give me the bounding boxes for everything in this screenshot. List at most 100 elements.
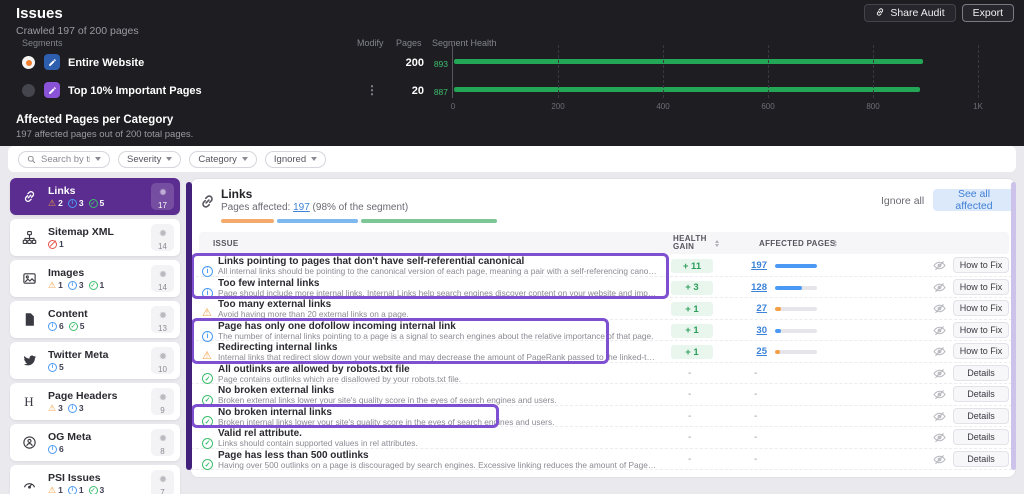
filter-dropdown-severity[interactable]: Severity	[118, 151, 181, 168]
affected-pages-bar	[775, 286, 817, 290]
ignore-eye-slash-icon[interactable]	[933, 453, 946, 466]
sidebar-item-links[interactable]: Links ⚠2i3✓5 17	[10, 178, 180, 215]
distribution-segment	[221, 219, 274, 223]
affected-pages-link[interactable]: 128	[735, 282, 767, 293]
top-dark-section: Issues Crawled 197 of 200 pages Share Au…	[0, 0, 1024, 146]
affected-pages-link[interactable]: 197	[735, 260, 767, 271]
warning-icon: ⚠	[202, 350, 212, 362]
how-to-fix-button[interactable]: How to Fix	[953, 343, 1009, 359]
category-checks-button[interactable]: 13	[151, 306, 174, 333]
filter-dropdown-category[interactable]: Category	[189, 151, 257, 168]
affected-pages-link[interactable]: 27	[735, 303, 767, 314]
export-label: Export	[973, 7, 1003, 19]
pages-affected-link[interactable]: 197	[293, 202, 310, 213]
segment-pages-count: 20	[388, 85, 424, 97]
modify-menu-icon[interactable]: ⋮	[366, 83, 378, 97]
category-checks-count: 8	[160, 448, 164, 456]
sidebar-item-content[interactable]: Content i6✓5 13	[10, 301, 180, 338]
details-button[interactable]: Details	[953, 429, 1009, 445]
badge-count: 1	[79, 485, 84, 494]
category-label: OG Meta	[48, 431, 151, 443]
details-button[interactable]: Details	[953, 365, 1009, 381]
sort-health-gain-icon[interactable]	[715, 240, 719, 247]
sidebar-item-sitemap-xml[interactable]: Sitemap XML 1 14	[10, 219, 180, 256]
how-to-fix-button[interactable]: How to Fix	[953, 322, 1009, 338]
ignore-eye-slash-icon[interactable]	[933, 302, 946, 315]
category-checks-button[interactable]: 14	[151, 265, 174, 292]
severity-icon: i	[202, 260, 213, 278]
category-checks-count: 9	[160, 407, 164, 415]
details-button[interactable]: Details	[953, 451, 1009, 467]
search-input[interactable]: Search by title...	[18, 151, 110, 168]
issue-description: The number of internal links pointing to…	[218, 332, 658, 342]
details-button[interactable]: Details	[953, 408, 1009, 424]
sidebar-item-psi-issues[interactable]: PSI Issues ⚠1i1✓3 7	[10, 465, 180, 494]
ignore-eye-slash-icon[interactable]	[933, 410, 946, 423]
segment-pencil-icon[interactable]	[44, 82, 60, 98]
share-audit-label: Share Audit	[890, 7, 944, 19]
category-checks-button[interactable]: 8	[151, 429, 174, 456]
details-button[interactable]: Details	[953, 386, 1009, 402]
sidebar-item-twitter-meta[interactable]: Twitter Meta i5 10	[10, 342, 180, 379]
category-checks-button[interactable]: 17	[151, 183, 174, 210]
share-audit-button[interactable]: Share Audit	[864, 4, 955, 22]
issue-description: Page should include more internal links.…	[218, 289, 658, 299]
affected-pages-empty: -	[754, 454, 757, 465]
filter-dropdown-ignored[interactable]: Ignored	[265, 151, 326, 168]
gear-icon	[159, 347, 167, 365]
see-all-affected-button[interactable]: See all affected	[933, 189, 1015, 211]
gear-icon	[159, 429, 167, 447]
issue-description: Avoid having more than 20 external links…	[218, 310, 658, 320]
affected-pages-empty: -	[754, 432, 757, 443]
category-checks-button[interactable]: 14	[151, 224, 174, 251]
sidebar-item-images[interactable]: Images ⚠1i3✓1 14	[10, 260, 180, 297]
category-label: Twitter Meta	[48, 349, 151, 361]
issue-title: Too many external links	[218, 299, 658, 310]
filter-dropdown-label: Ignored	[274, 154, 306, 165]
ignore-eye-slash-icon[interactable]	[933, 259, 946, 272]
badge-count: 3	[79, 403, 84, 413]
warning-badge: ⚠1	[48, 280, 63, 290]
sidebar-item-og-meta[interactable]: OG Meta i6 8	[10, 424, 180, 461]
success-badge: ✓3	[89, 485, 105, 494]
gear-icon	[159, 265, 167, 283]
affected-pages-link[interactable]: 25	[735, 346, 767, 357]
sort-affected-pages-icon[interactable]	[833, 240, 837, 247]
issue-row: ✓ Page has less than 500 outlinks Having…	[191, 449, 1017, 471]
success-icon: ✓	[202, 438, 213, 449]
ignore-eye-slash-icon[interactable]	[933, 367, 946, 380]
sidebar-item-page-headers[interactable]: H Page Headers ⚠3i3 9	[10, 383, 180, 420]
filter-dropdown-label: Severity	[127, 154, 161, 165]
crawl-status: Crawled 197 of 200 pages	[16, 25, 139, 37]
segment-radio[interactable]	[22, 84, 35, 97]
ignore-eye-slash-icon[interactable]	[933, 431, 946, 444]
segment-pencil-icon[interactable]	[44, 54, 60, 70]
how-to-fix-button[interactable]: How to Fix	[953, 279, 1009, 295]
export-button[interactable]: Export	[962, 4, 1014, 22]
segment-row: Top 10% Important Pages ⋮ 20 887	[0, 80, 450, 104]
how-to-fix-button[interactable]: How to Fix	[953, 257, 1009, 273]
issue-row: ✓ Valid rel attribute. Links should cont…	[191, 427, 1017, 449]
warning-icon: ⚠	[48, 486, 56, 494]
panel-title: Links	[221, 187, 252, 201]
success-icon: ✓	[202, 395, 213, 406]
affected-pages-empty: -	[754, 368, 757, 379]
badge-count: 2	[58, 198, 63, 208]
category-checks-button[interactable]: 10	[151, 347, 174, 374]
info-icon: i	[68, 199, 77, 208]
ignore-eye-slash-icon[interactable]	[933, 345, 946, 358]
segment-health-bar	[454, 87, 920, 92]
ignore-eye-slash-icon[interactable]	[933, 281, 946, 294]
ignore-eye-slash-icon[interactable]	[933, 388, 946, 401]
category-checks-button[interactable]: 9	[151, 388, 174, 415]
ignore-all-button[interactable]: Ignore all	[881, 195, 924, 207]
affected-pages-link[interactable]: 30	[735, 325, 767, 336]
segment-radio[interactable]	[22, 56, 35, 69]
category-checks-button[interactable]: 7	[151, 470, 174, 494]
how-to-fix-button[interactable]: How to Fix	[953, 300, 1009, 316]
success-icon: ✓	[89, 281, 98, 290]
ignore-eye-slash-icon[interactable]	[933, 324, 946, 337]
chevron-down-icon	[311, 157, 317, 161]
axis-tick-label: 0	[451, 102, 455, 111]
gear-icon	[159, 306, 167, 324]
